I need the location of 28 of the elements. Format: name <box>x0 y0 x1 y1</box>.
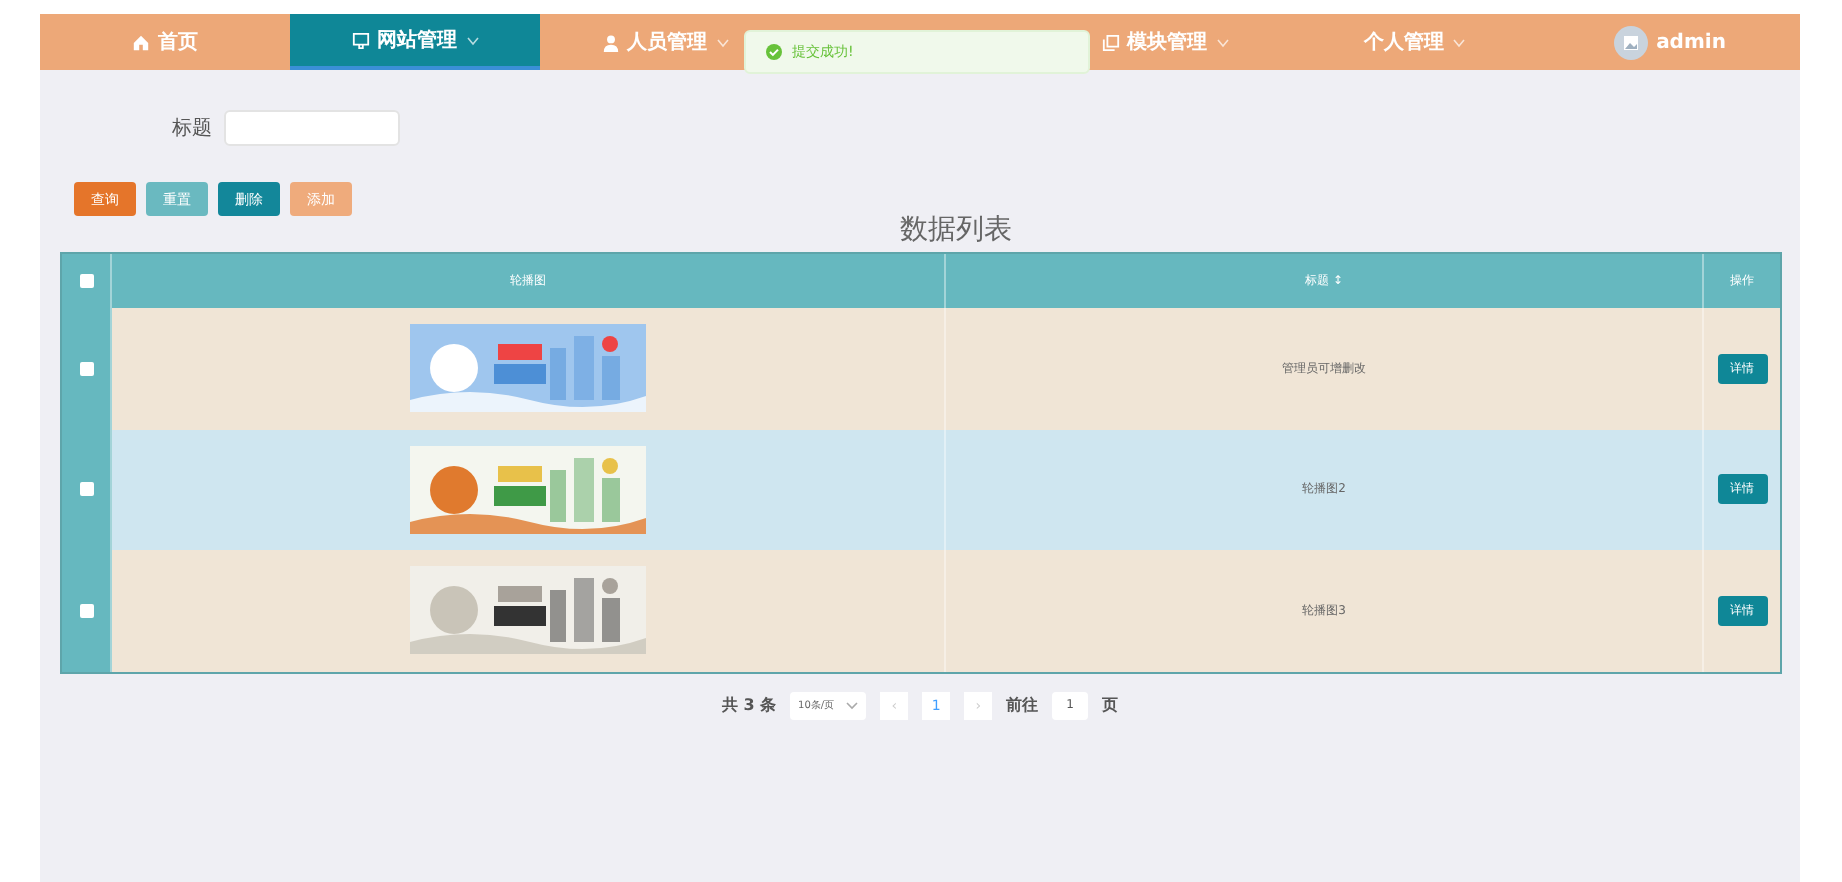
avatar-icon <box>1614 25 1649 59</box>
nav-label: 首页 <box>158 29 198 56</box>
nav-item[interactable]: 人员管理 <box>540 14 790 70</box>
nav-item[interactable]: 首页 <box>40 14 290 70</box>
search-field[interactable] <box>224 110 400 146</box>
search-label: 标题 <box>172 115 212 142</box>
nav-label: 个人管理 <box>1364 29 1444 56</box>
nav-label: 网站管理 <box>377 27 457 54</box>
checkbox[interactable] <box>79 603 93 618</box>
nav-label: 模块管理 <box>1127 29 1207 56</box>
goto-label: 前往 <box>1006 694 1039 716</box>
caret-icon <box>846 701 859 709</box>
user-name[interactable]: admin <box>1656 31 1726 53</box>
monitor-icon <box>351 31 369 49</box>
table-title: 数据列表 <box>898 212 1014 248</box>
checkbox[interactable] <box>79 361 93 376</box>
copy-icon <box>1101 33 1119 51</box>
nav-item[interactable]: 模块管理 <box>1040 14 1290 70</box>
checkbox[interactable] <box>79 482 93 497</box>
check-icon <box>766 44 782 60</box>
nav-label: 人员管理 <box>627 29 707 56</box>
total-count: 共 3 条 <box>721 694 777 716</box>
page-suffix: 页 <box>1102 694 1119 716</box>
person-icon <box>601 33 619 51</box>
nav-item[interactable]: 个人管理 <box>1290 14 1540 70</box>
home-icon <box>132 33 150 51</box>
nav-item[interactable]: 网站管理 <box>290 14 540 70</box>
checkbox[interactable] <box>79 274 93 288</box>
